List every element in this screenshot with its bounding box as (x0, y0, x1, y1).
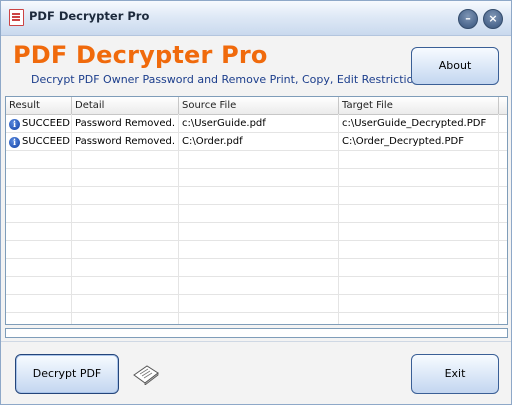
table-row[interactable]: i SUCCEED Password Removed. c:\UserGuide.… (6, 115, 507, 133)
empty-row (6, 277, 507, 295)
empty-row (6, 241, 507, 259)
column-header-result[interactable]: Result (6, 97, 72, 114)
detail-cell: Password Removed. (72, 115, 179, 132)
column-header-detail[interactable]: Detail (72, 97, 179, 114)
source-file-cell: c:\UserGuide.pdf (179, 115, 339, 132)
column-header-source-file[interactable]: Source File (179, 97, 339, 114)
target-file-cell: C:\Order_Decrypted.PDF (339, 133, 499, 150)
result-cell: i SUCCEED (6, 133, 72, 150)
column-header-target-file[interactable]: Target File (339, 97, 499, 114)
close-button[interactable]: × (483, 9, 503, 29)
empty-row (6, 205, 507, 223)
app-window: PDF Decrypter Pro – × PDF Decrypter Pro … (0, 0, 512, 405)
empty-row (6, 151, 507, 169)
minimize-button[interactable]: – (458, 9, 478, 29)
minimize-icon: – (465, 12, 471, 25)
empty-row (6, 187, 507, 205)
pdf-app-icon (9, 9, 24, 26)
decrypt-pdf-button[interactable]: Decrypt PDF (15, 354, 119, 394)
target-file-cell: c:\UserGuide_Decrypted.PDF (339, 115, 499, 132)
close-icon: × (488, 12, 498, 25)
table-row[interactable]: i SUCCEED Password Removed. C:\Order.pdf … (6, 133, 507, 151)
info-icon: i (9, 119, 20, 130)
title-bar[interactable]: PDF Decrypter Pro – × (1, 1, 511, 36)
divider (1, 341, 511, 342)
empty-row (6, 259, 507, 277)
result-cell: i SUCCEED (6, 115, 72, 132)
source-file-cell: C:\Order.pdf (179, 133, 339, 150)
app-subtitle: Decrypt PDF Owner Password and Remove Pr… (31, 73, 430, 86)
empty-row (6, 223, 507, 241)
result-text: SUCCEED (22, 136, 70, 147)
table-header: Result Detail Source File Target File (6, 97, 507, 115)
progress-bar (5, 328, 508, 338)
about-button[interactable]: About (411, 47, 499, 85)
pdf-document-icon (133, 365, 159, 385)
app-title: PDF Decrypter Pro (13, 41, 268, 69)
detail-cell: Password Removed. (72, 133, 179, 150)
info-icon: i (9, 137, 20, 148)
result-text: SUCCEED (22, 118, 70, 129)
empty-row (6, 295, 507, 313)
results-table[interactable]: Result Detail Source File Target File iS… (5, 96, 508, 325)
window-title: PDF Decrypter Pro (29, 9, 150, 23)
exit-button[interactable]: Exit (411, 354, 499, 394)
column-header-filler (499, 97, 507, 114)
empty-row (6, 169, 507, 187)
